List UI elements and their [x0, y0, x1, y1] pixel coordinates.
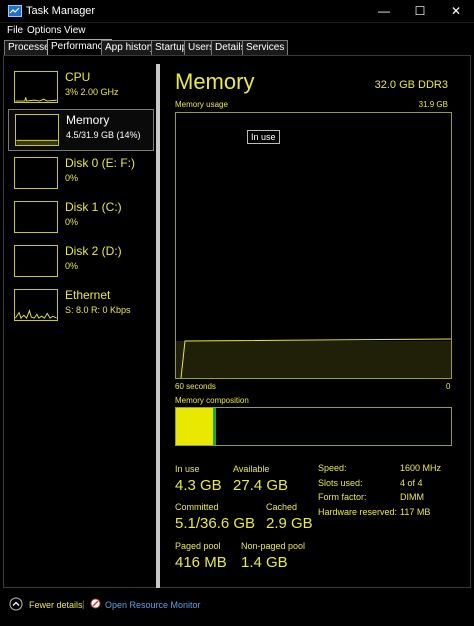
task-manager-icon [8, 5, 22, 17]
memory-spec: 32.0 GB DDR3 [374, 79, 448, 91]
memory-usage-max: 31.9 GB [418, 100, 448, 109]
sidebar-item-detail: 0% [65, 217, 79, 227]
hardware-reserved-label: Hardware reserved: [318, 507, 398, 517]
slots-used-value: 4 of 4 [400, 478, 423, 488]
sidebar-item-cpu[interactable]: CPU 3% 2.00 GHz [8, 67, 154, 109]
footer-separator: | [82, 599, 85, 609]
composition-in-use [176, 408, 213, 445]
time-axis-label: 60 seconds [175, 382, 216, 391]
sidebar-item-label: Disk 1 (C:) [65, 200, 122, 214]
available-label: Available [233, 464, 270, 474]
maximize-button[interactable]: ☐ [402, 0, 438, 23]
minimize-button[interactable]: — [366, 0, 402, 23]
in-use-value: 4.3 GB [175, 477, 222, 494]
footer: Fewer details | Open Resource Monitor [0, 589, 474, 626]
tab-bar: Processes Performance App history Startu… [0, 39, 474, 55]
cached-label: Cached [266, 502, 298, 512]
memory-composition-bar [175, 407, 452, 446]
disk-1-thumbnail-graph [14, 201, 58, 233]
form-factor-value: DIMM [400, 492, 424, 502]
speed-label: Speed: [318, 463, 347, 473]
sidebar-item-disk-0[interactable]: Disk 0 (E: F:) 0% [8, 153, 154, 195]
committed-label: Committed [175, 502, 219, 512]
menu-options[interactable]: Options [27, 25, 61, 36]
page-title: Memory [175, 69, 255, 94]
maximize-icon: ☐ [414, 4, 426, 18]
title-bar: Task Manager — ☐ ✕ [0, 0, 474, 23]
minimize-icon: — [378, 4, 390, 18]
nonpaged-pool-value: 1.4 GB [241, 554, 288, 571]
sidebar-item-ethernet[interactable]: Ethernet S: 8.0 R: 0 Kbps [8, 285, 154, 327]
sidebar-item-detail: S: 8.0 R: 0 Kbps [65, 305, 131, 315]
tab-services[interactable]: Services [242, 40, 289, 55]
slots-used-label: Slots used: [318, 478, 363, 488]
disk-0-thumbnail-graph [14, 157, 58, 189]
memory-composition-label: Memory composition [175, 396, 249, 405]
paged-pool-value: 416 MB [175, 554, 227, 571]
sidebar-item-detail: 4.5/31.9 GB (14%) [66, 130, 141, 140]
close-button[interactable]: ✕ [438, 0, 474, 23]
menu-file[interactable]: File [7, 25, 23, 36]
sidebar-item-label: Disk 0 (E: F:) [65, 156, 136, 170]
available-value: 27.4 GB [233, 477, 289, 494]
chevron-up-icon[interactable] [9, 597, 23, 611]
sidebar-item-disk-1[interactable]: Disk 1 (C:) 0% [8, 197, 154, 239]
paged-pool-label: Paged pool [175, 541, 221, 551]
cached-value: 2.9 GB [266, 515, 313, 532]
menu-bar: File Options View [0, 23, 474, 39]
pane-divider[interactable] [156, 64, 160, 588]
sidebar-item-label: Ethernet [65, 288, 111, 302]
committed-value: 5.1/36.6 GB [175, 515, 256, 532]
close-icon: ✕ [450, 4, 462, 18]
nonpaged-pool-label: Non-paged pool [241, 541, 306, 551]
memory-thumbnail-graph [15, 114, 59, 146]
sidebar-item-detail: 0% [65, 173, 79, 183]
fewer-details-link[interactable]: Fewer details [29, 600, 83, 610]
sidebar-item-memory[interactable]: Memory 4.5/31.9 GB (14%) [8, 109, 154, 151]
sidebar-item-detail: 3% 2.00 GHz [65, 87, 119, 97]
speed-value: 1600 MHz [400, 463, 442, 473]
sidebar-item-label: Memory [66, 113, 110, 127]
in-use-tooltip: In use [247, 130, 280, 144]
sidebar-item-label: Disk 2 (D:) [65, 244, 122, 258]
sidebar-item-disk-2[interactable]: Disk 2 (D:) 0% [8, 241, 154, 283]
memory-usage-label: Memory usage [175, 100, 228, 109]
composition-modified [213, 408, 216, 445]
in-use-label: In use [175, 464, 200, 474]
sidebar-item-label: CPU [65, 70, 91, 84]
ethernet-thumbnail-graph [14, 289, 58, 321]
window-title: Task Manager [26, 5, 96, 17]
open-resource-monitor-link[interactable]: Open Resource Monitor [105, 600, 201, 610]
performance-panel: CPU 3% 2.00 GHz Memory 4.5/31.9 GB (14%)… [3, 55, 471, 588]
menu-view[interactable]: View [64, 25, 86, 36]
time-axis-end: 0 [446, 382, 451, 391]
memory-usage-graph: In use [175, 112, 452, 379]
resource-monitor-icon [90, 598, 101, 609]
cpu-thumbnail-graph [14, 71, 58, 103]
form-factor-label: Form factor: [318, 492, 367, 502]
sidebar-item-detail: 0% [65, 261, 79, 271]
disk-2-thumbnail-graph [14, 245, 58, 277]
hardware-reserved-value: 117 MB [400, 507, 431, 517]
